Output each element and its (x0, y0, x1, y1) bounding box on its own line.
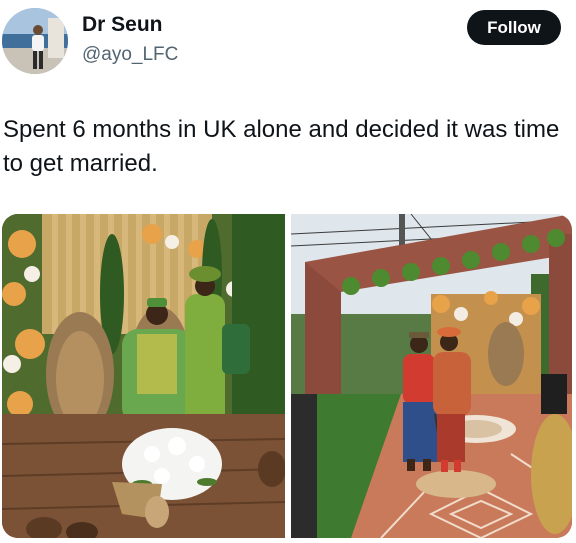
author-handle[interactable]: @ayo_LFC (82, 44, 178, 66)
wedding-photo-seated-couple[interactable] (2, 214, 285, 538)
wedding-photo-standing-couple[interactable] (291, 214, 572, 538)
photo-icon (2, 214, 285, 538)
media-grid (2, 214, 572, 538)
photo-icon (291, 214, 572, 538)
tweet-text: Spent 6 months in UK alone and decided i… (3, 116, 560, 177)
follow-button[interactable]: Follow (467, 10, 561, 45)
profile-photo-icon (2, 8, 68, 74)
author-display-name[interactable]: Dr Seun (82, 13, 163, 37)
avatar[interactable] (2, 8, 68, 74)
